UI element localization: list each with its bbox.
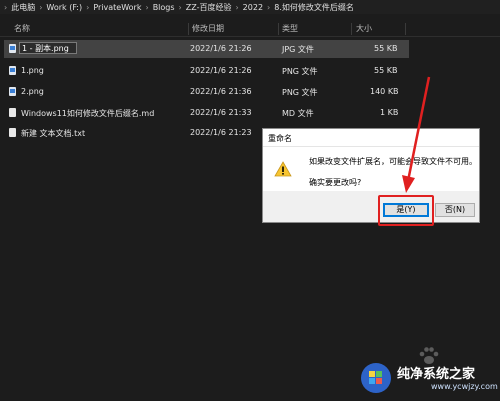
file-date: 2022/1/6 21:33 (190, 108, 252, 117)
breadcrumb-item-this-pc[interactable]: 此电脑 (11, 2, 35, 13)
site-watermark: 纯净系统之家 www.ycwjzy.com (355, 355, 500, 401)
file-name: 1.png (21, 66, 44, 75)
breadcrumb-chevron-icon[interactable]: › (4, 3, 7, 12)
watermark-url: www.ycwjzy.com (431, 382, 498, 391)
chevron-right-icon[interactable]: › (39, 3, 42, 12)
file-size: 1 KB (380, 108, 399, 117)
breadcrumb-item-blogs[interactable]: Blogs (153, 3, 175, 12)
column-header-name[interactable]: 名称 (14, 23, 30, 34)
column-header-type[interactable]: 类型 (282, 23, 298, 34)
annotation-arrow-icon (402, 76, 431, 193)
file-date: 2022/1/6 21:23 (190, 128, 252, 137)
file-size: 55 KB (374, 66, 398, 75)
dialog-body: 如果改变文件扩展名，可能会导致文件不可用。 确实要更改吗? (263, 147, 479, 191)
breadcrumb-item-drive[interactable]: Work (F:) (46, 3, 82, 12)
column-divider[interactable] (351, 23, 352, 35)
breadcrumb-item-baidu[interactable]: ZZ-百度经验 (186, 2, 232, 13)
dialog-title-bar[interactable]: 重命名 (263, 129, 479, 147)
chevron-right-icon[interactable]: › (145, 3, 148, 12)
image-file-icon (9, 66, 16, 75)
dialog-question: 确实要更改吗? (309, 178, 362, 187)
document-file-icon (9, 108, 16, 117)
no-button[interactable]: 否(N) (435, 203, 475, 217)
column-divider[interactable] (278, 23, 279, 35)
file-row[interactable]: 1.png 2022/1/6 21:26 PNG 文件 55 KB (4, 62, 409, 80)
watermark-title: 纯净系统之家 (397, 367, 476, 382)
file-size: 55 KB (374, 44, 398, 53)
file-date: 2022/1/6 21:36 (190, 87, 252, 96)
warning-icon (274, 161, 292, 177)
rename-input[interactable] (19, 42, 77, 54)
file-type: MD 文件 (282, 109, 314, 118)
chevron-right-icon[interactable]: › (235, 3, 238, 12)
file-row[interactable]: 新建 文本文档.txt 2022/1/6 21:23 (4, 124, 260, 142)
file-type: PNG 文件 (282, 67, 318, 76)
breadcrumb-item-year[interactable]: 2022 (243, 3, 263, 12)
file-name: Windows11如何修改文件后缀名.md (21, 109, 155, 118)
file-type: PNG 文件 (282, 88, 318, 97)
column-header-date[interactable]: 修改日期 (192, 23, 224, 34)
file-row[interactable]: Windows11如何修改文件后缀名.md 2022/1/6 21:33 MD … (4, 104, 409, 122)
breadcrumb: › 此电脑 › Work (F:) › PrivateWork › Blogs … (0, 0, 500, 14)
breadcrumb-item-privatework[interactable]: PrivateWork (93, 3, 141, 12)
file-name: 新建 文本文档.txt (21, 129, 86, 138)
chevron-right-icon[interactable]: › (179, 3, 182, 12)
file-date: 2022/1/6 21:26 (190, 44, 252, 53)
image-file-icon (9, 87, 16, 96)
column-header-size[interactable]: 大小 (356, 23, 372, 34)
file-row[interactable]: 2022/1/6 21:26 JPG 文件 55 KB (4, 40, 409, 58)
image-file-icon (9, 44, 16, 53)
file-date: 2022/1/6 21:26 (190, 66, 252, 75)
column-divider[interactable] (405, 23, 406, 35)
windows-logo-icon (361, 363, 391, 393)
file-row[interactable]: 2.png 2022/1/6 21:36 PNG 文件 140 KB (4, 83, 409, 101)
column-header-row: 名称 修改日期 类型 大小 (0, 20, 500, 37)
document-file-icon (9, 128, 16, 137)
file-size: 140 KB (370, 87, 399, 96)
chevron-right-icon[interactable]: › (86, 3, 89, 12)
chevron-right-icon[interactable]: › (267, 3, 270, 12)
dialog-title: 重命名 (268, 134, 292, 143)
file-name: 2.png (21, 87, 44, 96)
column-divider[interactable] (188, 23, 189, 35)
breadcrumb-item-current-folder[interactable]: 8.如何修改文件后缀名 (274, 2, 354, 13)
file-type: JPG 文件 (282, 45, 314, 54)
dialog-message: 如果改变文件扩展名，可能会导致文件不可用。 (309, 157, 477, 166)
annotation-highlight-box (378, 195, 434, 226)
rename-dialog: 重命名 如果改变文件扩展名，可能会导致文件不可用。 确实要更改吗? 是(Y) 否… (262, 128, 480, 223)
